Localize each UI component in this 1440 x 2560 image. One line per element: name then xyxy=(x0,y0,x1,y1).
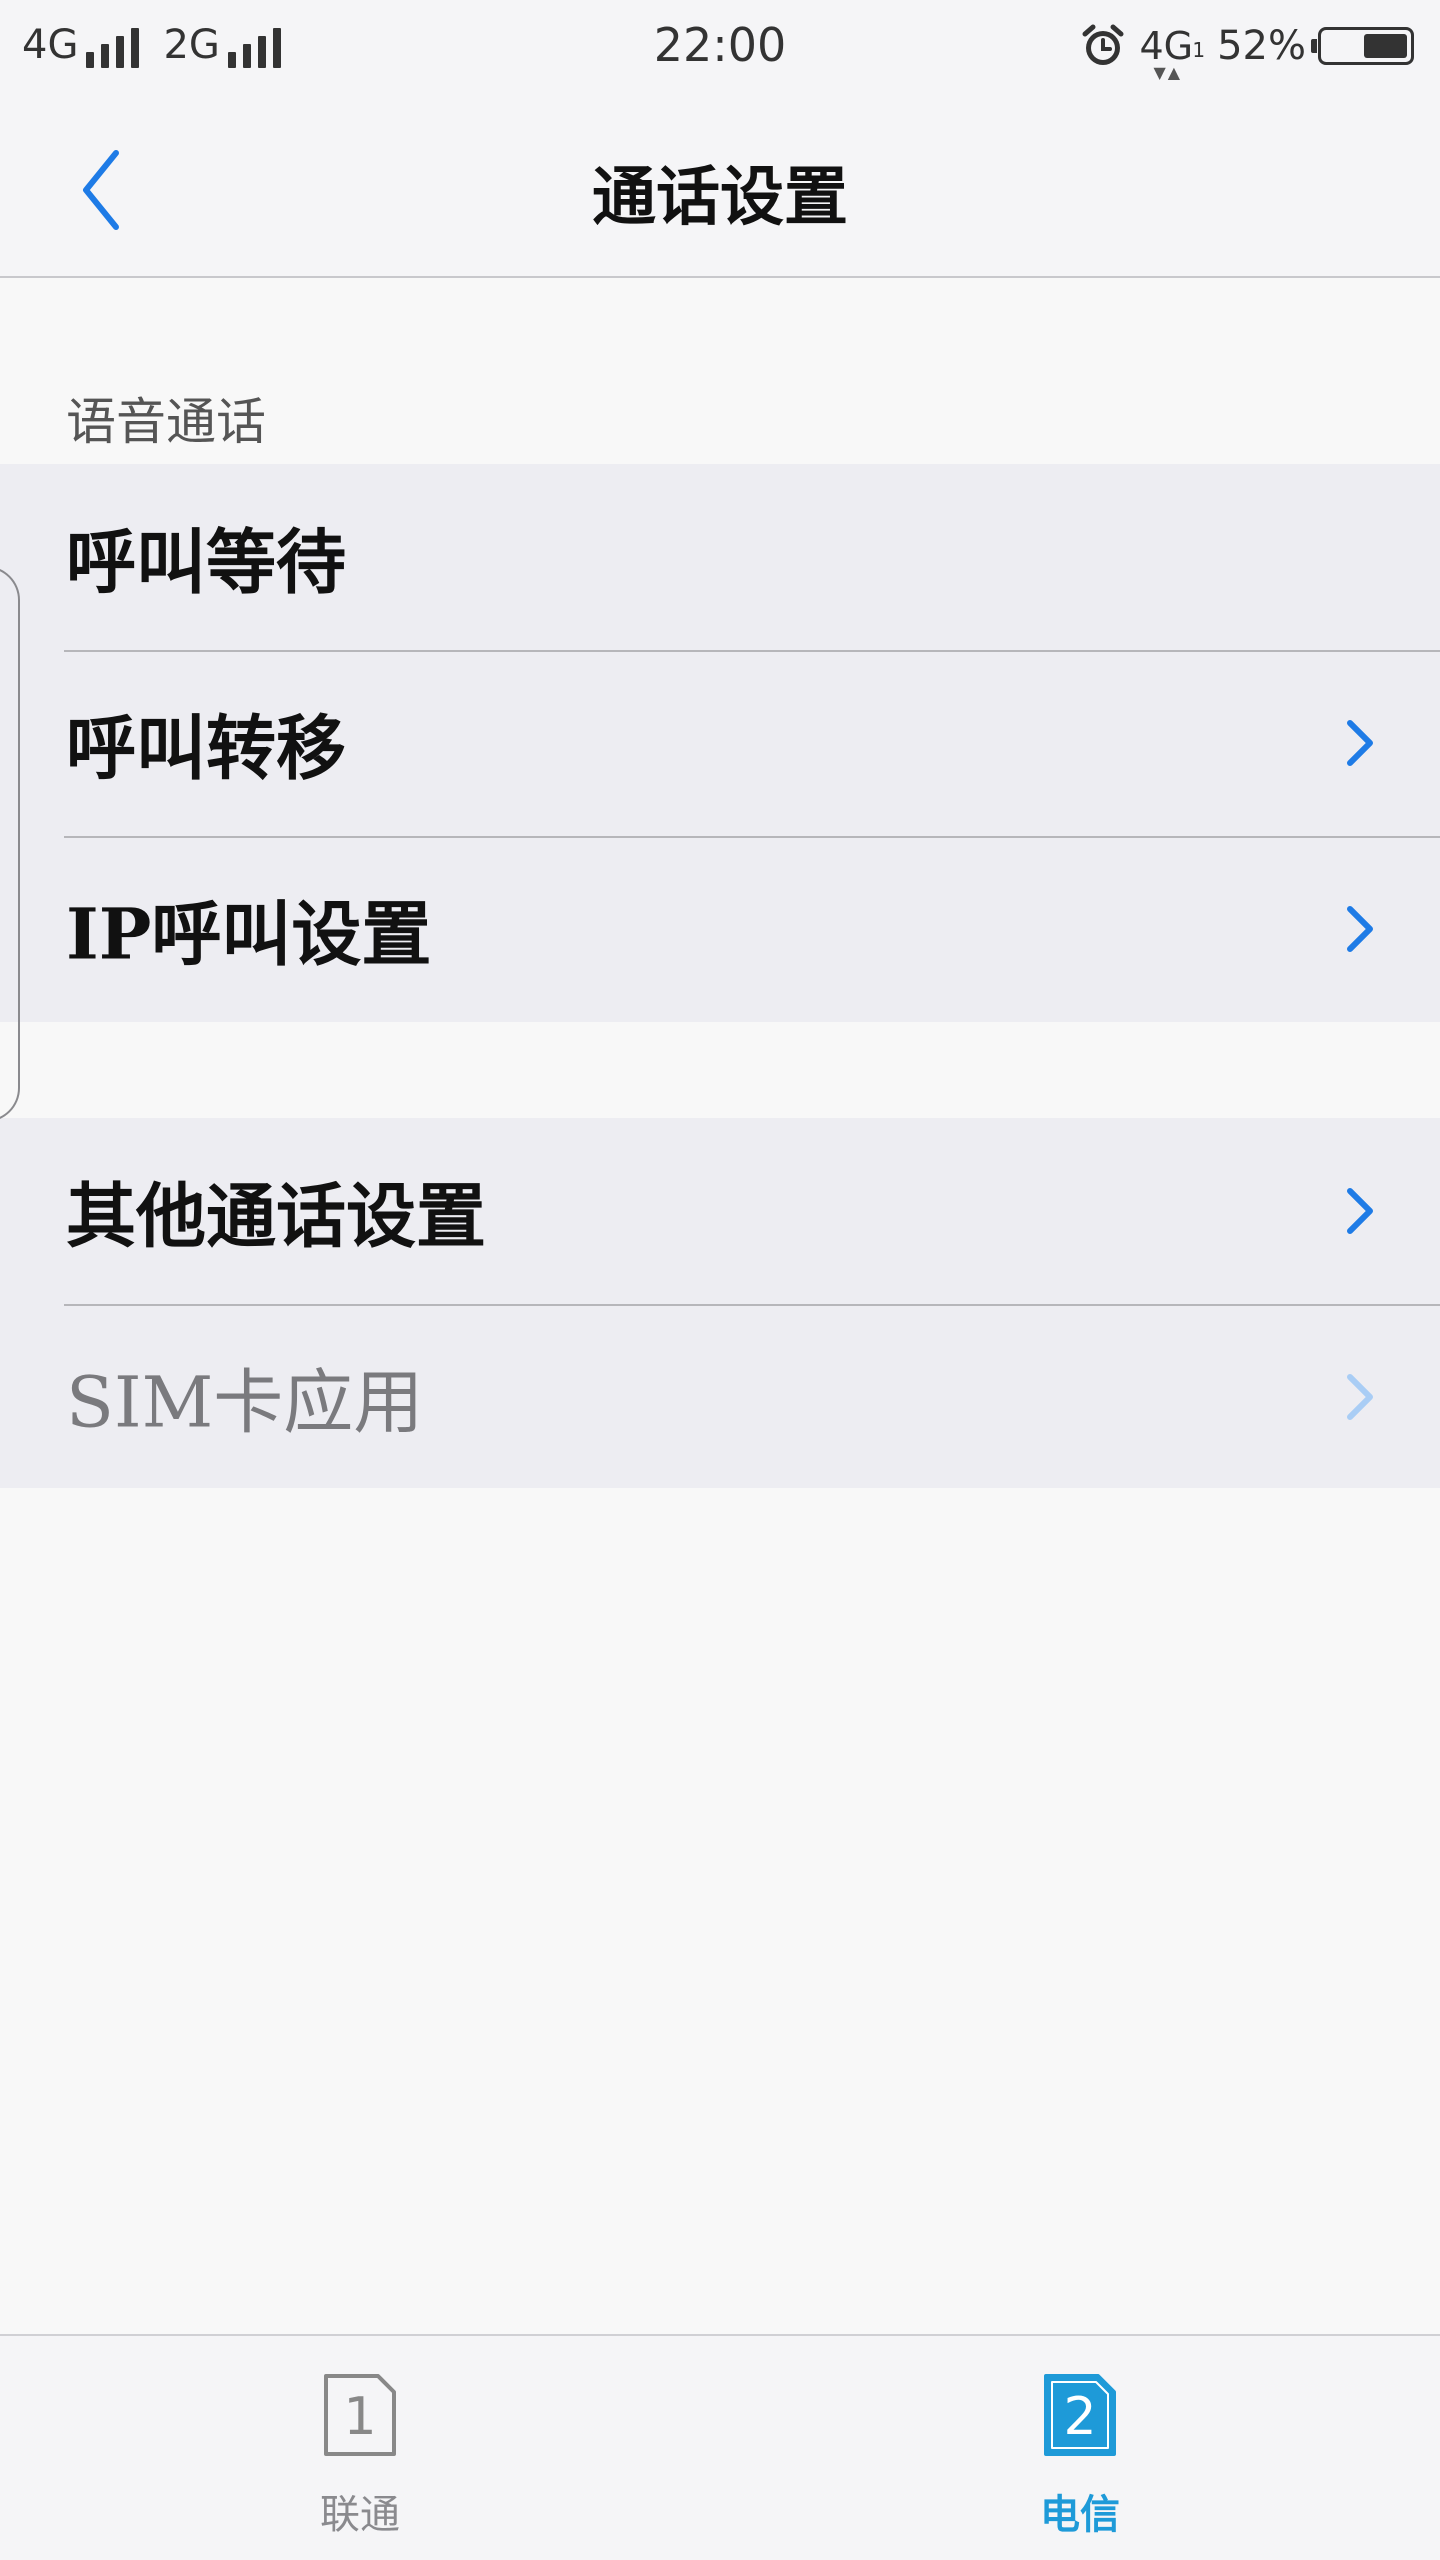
sim-tab-bar: 1 联通 2 电信 xyxy=(0,2334,1440,2560)
sim-card-icon: 2 xyxy=(1042,2372,1118,2458)
row-other-call-settings[interactable]: 其他通话设置 xyxy=(0,1118,1440,1304)
status-right-area: 4G 1 ▼▲ 52% xyxy=(1079,22,1414,82)
page-title: 通话设置 xyxy=(592,160,848,235)
navigation-bar: 通话设置 xyxy=(0,100,1440,278)
data-activity-arrows-icon: ▼▲ xyxy=(1153,63,1183,82)
data-network-badge: 4G 1 ▼▲ xyxy=(1139,24,1206,82)
settings-group-other: 其他通话设置 SIM卡应用 xyxy=(0,1118,1440,1488)
chevron-right-icon xyxy=(1347,1374,1373,1420)
divider xyxy=(64,1304,1440,1306)
row-sim-card-apps[interactable]: SIM卡应用 xyxy=(0,1304,1440,1490)
chevron-right-icon xyxy=(1347,906,1373,952)
tab-sim1[interactable]: 1 联通 xyxy=(0,2336,720,2560)
divider xyxy=(64,650,1440,652)
chevron-right-icon xyxy=(1347,720,1373,766)
divider xyxy=(64,836,1440,838)
row-label: IP呼叫设置 xyxy=(66,892,432,976)
sim-card-icon: 1 xyxy=(322,2372,398,2458)
battery-fill xyxy=(1364,34,1407,58)
edge-handle[interactable] xyxy=(0,566,20,1122)
row-call-waiting[interactable]: 呼叫等待 xyxy=(0,464,1440,650)
battery-percent: 52% xyxy=(1217,23,1306,69)
data-network-sub: 1 xyxy=(1192,38,1206,62)
settings-group-voice-call: 呼叫等待 呼叫转移 IP呼叫设置 xyxy=(0,464,1440,1022)
row-call-forwarding[interactable]: 呼叫转移 xyxy=(0,650,1440,836)
section-header: 语音通话 xyxy=(66,393,266,451)
row-label: 呼叫转移 xyxy=(66,706,346,790)
battery-icon xyxy=(1311,27,1414,65)
chevron-right-icon xyxy=(1347,1188,1373,1234)
sim-number: 2 xyxy=(1063,2387,1097,2447)
status-bar: 4G 2G 22:00 4G 1 ▼▲ 52% xyxy=(0,0,1440,100)
chevron-left-icon xyxy=(83,150,119,230)
tab-label: 联通 xyxy=(320,2492,400,2538)
row-label: 其他通话设置 xyxy=(66,1174,486,1258)
row-label: SIM卡应用 xyxy=(66,1361,424,1444)
row-label: 呼叫等待 xyxy=(66,520,346,604)
back-button[interactable] xyxy=(60,142,140,238)
tab-label: 电信 xyxy=(1040,2491,1120,2538)
row-ip-call-settings[interactable]: IP呼叫设置 xyxy=(0,836,1440,1022)
sim-number: 1 xyxy=(343,2387,377,2447)
data-network-label: 4G xyxy=(1139,24,1194,68)
tab-sim2[interactable]: 2 电信 xyxy=(720,2336,1440,2560)
alarm-clock-icon xyxy=(1082,24,1124,65)
